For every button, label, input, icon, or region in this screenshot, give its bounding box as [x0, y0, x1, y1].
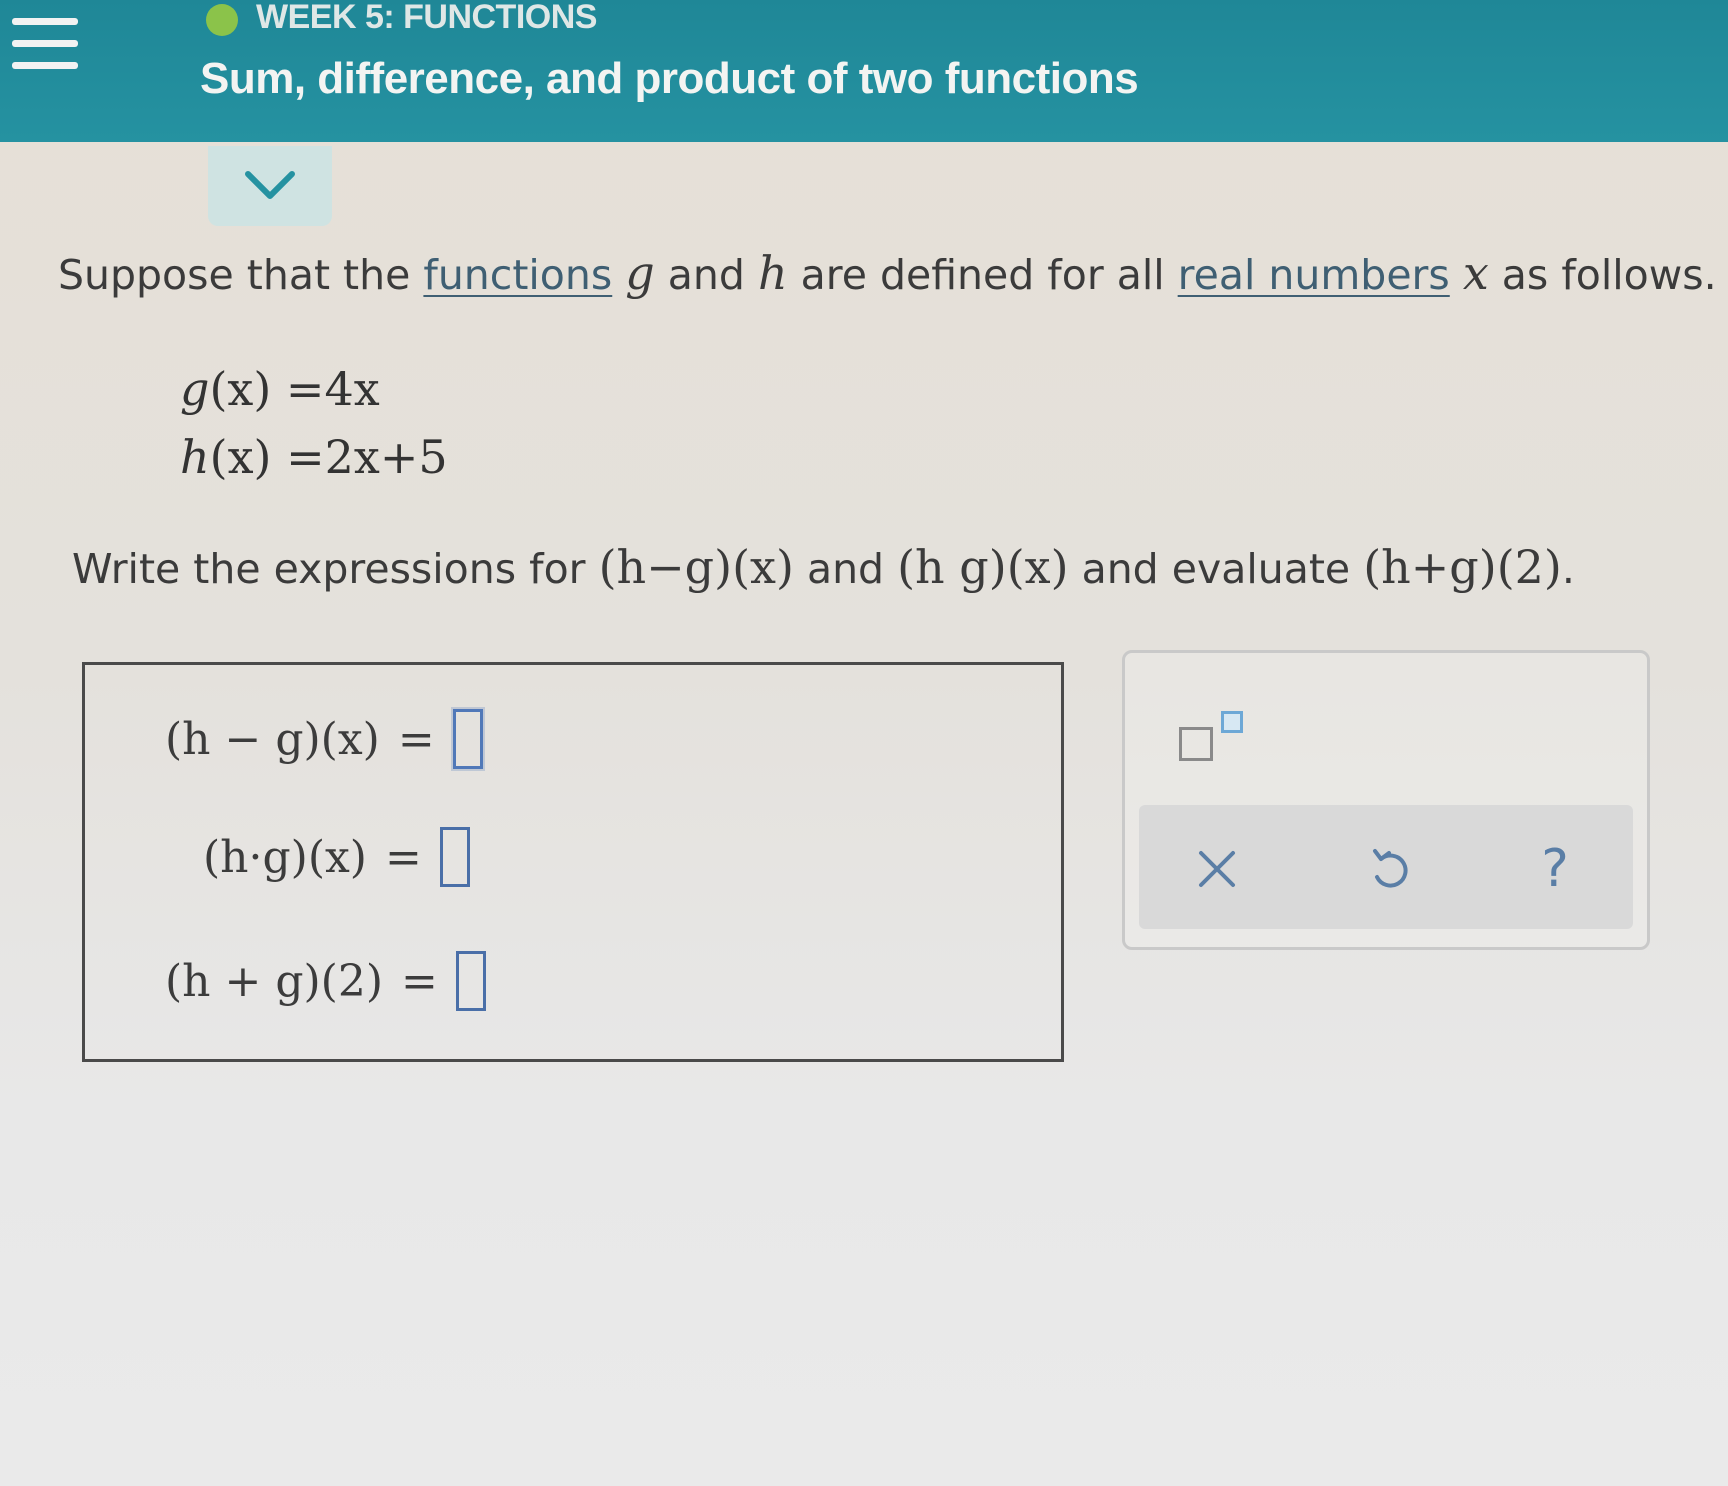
undo-button[interactable]: [1349, 829, 1429, 909]
answer-box: (h − g)(x) = (h·g)(x) = (h + g)(2) =: [82, 662, 1064, 1062]
expr-product: (h g)(x): [897, 540, 1069, 594]
undo-icon: [1373, 849, 1408, 888]
close-icon: [1199, 851, 1235, 887]
progress-status-dot: [206, 4, 238, 36]
var-h: h: [757, 246, 788, 300]
expr-sum-at-2: (h+g)(2): [1363, 540, 1562, 594]
help-icon: ?: [1541, 839, 1569, 899]
equals-sign: =: [384, 831, 422, 883]
def-name: h: [180, 430, 210, 484]
prompt-text: are defined for all: [787, 251, 1178, 299]
expr-difference: (h−g)(x): [598, 540, 794, 594]
def-rhs: =2x+5: [286, 430, 448, 484]
definition-h: h(x) =2x+5: [180, 430, 448, 484]
equals-sign: =: [397, 713, 435, 765]
prompt-text: and: [654, 251, 758, 299]
answer-row-product: (h·g)(x) =: [203, 827, 470, 887]
real-numbers-link[interactable]: real numbers: [1178, 251, 1450, 299]
answer-row-difference: (h − g)(x) =: [165, 709, 483, 769]
action-bar: ?: [1139, 805, 1633, 929]
collapse-header-button[interactable]: [208, 146, 332, 226]
def-arg: (x): [209, 430, 272, 484]
difference-answer-input[interactable]: [452, 709, 483, 769]
instruction-part: Write the expressions for: [72, 545, 599, 593]
superscript-template-icon[interactable]: [1179, 703, 1251, 769]
instruction-text: Write the expressions for (h−g)(x) and (…: [72, 540, 1575, 594]
functions-link[interactable]: functions: [423, 251, 612, 299]
help-button[interactable]: ?: [1515, 829, 1595, 909]
chevron-down-icon: [245, 171, 295, 199]
answer-label: (h − g)(x): [165, 713, 380, 765]
answer-label: (h·g)(x): [203, 831, 367, 883]
instruction-part: .: [1561, 545, 1575, 593]
problem-prompt: Suppose that the functions g and h are d…: [58, 246, 1717, 300]
equals-sign: =: [401, 955, 438, 1007]
def-name: g: [180, 362, 210, 416]
answer-label: (h + g)(2): [165, 955, 384, 1007]
instruction-part: and evaluate: [1068, 545, 1364, 593]
def-arg: (x): [209, 362, 272, 416]
def-rhs: =4x: [285, 362, 380, 416]
math-toolbar: ?: [1122, 650, 1650, 950]
instruction-part: and: [793, 545, 898, 593]
product-answer-input[interactable]: [439, 827, 470, 887]
sum-answer-input[interactable]: [455, 951, 486, 1011]
var-g: g: [625, 246, 655, 300]
top-header: WEEK 5: FUNCTIONS Sum, difference, and p…: [0, 0, 1728, 142]
definition-g: g(x) =4x: [180, 362, 380, 416]
page-title: Sum, difference, and product of two func…: [200, 54, 1139, 103]
clear-button[interactable]: [1177, 829, 1257, 909]
prompt-text: as follows.: [1488, 251, 1717, 299]
answer-row-sum: (h + g)(2) =: [165, 951, 486, 1011]
var-x: x: [1462, 246, 1489, 300]
prompt-text: Suppose that the: [58, 251, 424, 299]
section-label: WEEK 5: FUNCTIONS: [256, 0, 597, 36]
menu-icon[interactable]: [12, 18, 80, 70]
